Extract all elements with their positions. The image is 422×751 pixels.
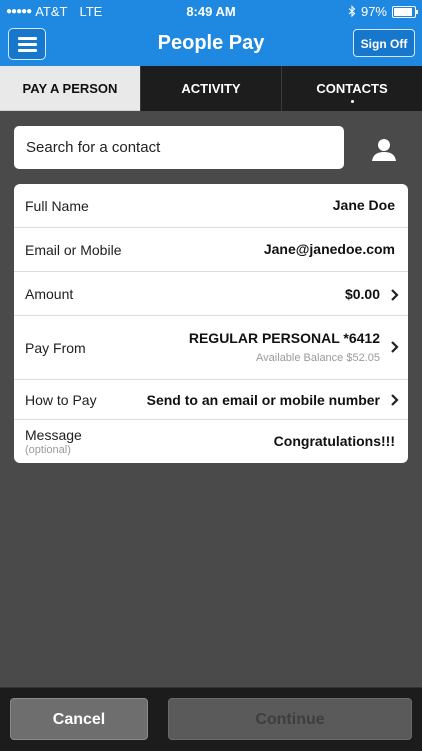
cancel-button[interactable]: Cancel <box>10 698 148 740</box>
email-mobile-label: Email or Mobile <box>25 242 122 258</box>
bluetooth-icon <box>348 5 356 18</box>
how-to-pay-row[interactable]: How to Pay Send to an email or mobile nu… <box>14 380 408 420</box>
full-name-label: Full Name <box>25 198 89 214</box>
message-row[interactable]: Message (optional) Congratulations!!! <box>14 420 408 463</box>
search-contact-input[interactable]: Search for a contact <box>14 126 344 169</box>
payment-form: Full Name Jane Doe Email or Mobile Jane@… <box>14 184 408 463</box>
full-name-row[interactable]: Full Name Jane Doe <box>14 184 408 228</box>
tab-contacts[interactable]: CONTACTS <box>281 66 422 111</box>
tab-label: ACTIVITY <box>181 81 241 96</box>
tab-label: CONTACTS <box>316 81 388 96</box>
chevron-right-icon <box>391 341 399 353</box>
bottom-action-bar: Cancel Continue <box>0 687 422 751</box>
tab-pay-a-person[interactable]: PAY A PERSON <box>0 66 140 111</box>
sign-off-button[interactable]: Sign Off <box>353 29 415 57</box>
battery-fill <box>394 7 412 16</box>
amount-value: $0.00 <box>344 286 380 302</box>
full-name-value: Jane Doe <box>332 197 395 213</box>
tab-indicator-dot <box>351 100 354 103</box>
message-optional-hint: (optional) <box>25 444 71 456</box>
chevron-right-icon <box>391 394 399 406</box>
battery-icon <box>392 5 418 18</box>
how-to-pay-value: Send to an email or mobile number <box>146 392 380 408</box>
how-to-pay-label: How to Pay <box>25 392 97 408</box>
pay-from-row[interactable]: Pay From REGULAR PERSONAL *6412 Availabl… <box>14 316 408 380</box>
available-balance: Available Balance $52.05 <box>256 352 380 364</box>
message-value: Congratulations!!! <box>273 433 395 449</box>
status-right: 97% <box>348 4 418 19</box>
email-mobile-value: Jane@janedoe.com <box>263 241 395 257</box>
chevron-right-icon <box>391 289 399 301</box>
pay-from-label: Pay From <box>25 340 86 356</box>
amount-label: Amount <box>25 286 74 302</box>
contact-person-icon[interactable] <box>370 136 398 164</box>
pay-from-account: REGULAR PERSONAL *6412 <box>188 330 380 346</box>
tab-label: PAY A PERSON <box>22 81 118 96</box>
battery-percent: 97% <box>360 4 387 19</box>
email-mobile-row[interactable]: Email or Mobile Jane@janedoe.com <box>14 228 408 272</box>
amount-row[interactable]: Amount $0.00 <box>14 272 408 316</box>
continue-button[interactable]: Continue <box>168 698 412 740</box>
message-label: Message <box>25 427 82 443</box>
tab-bar: PAY A PERSON ACTIVITY CONTACTS <box>0 66 422 111</box>
tab-activity[interactable]: ACTIVITY <box>140 66 281 111</box>
status-bar: ●●●●● AT&T LTE 8:49 AM 97% <box>0 0 422 22</box>
app-header: People Pay Sign Off <box>0 22 422 66</box>
